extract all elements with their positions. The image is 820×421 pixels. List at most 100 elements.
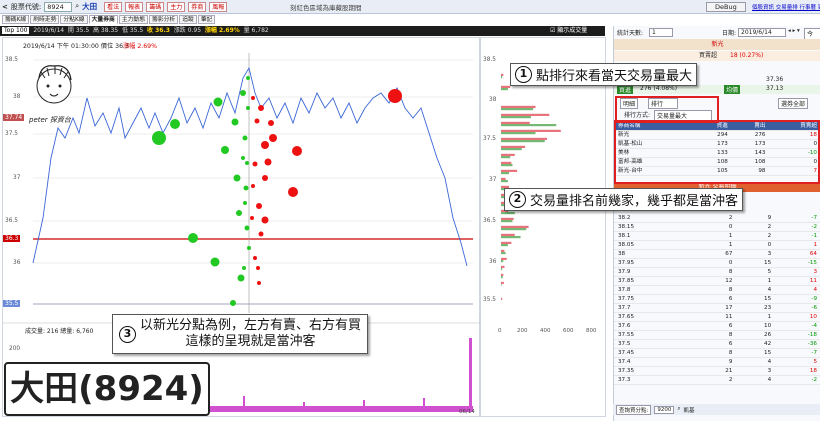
top-links[interactable]: 個股資訊 交易量排 行事曆 到價通知 bbox=[752, 3, 820, 11]
trade-cell: 26 bbox=[736, 330, 776, 340]
btn-broker[interactable]: 券商 bbox=[188, 1, 207, 12]
btn-risk[interactable]: 風報 bbox=[209, 1, 228, 12]
trade-cell: -7 bbox=[775, 348, 820, 358]
btn-chips[interactable]: 籌碼 bbox=[146, 1, 165, 12]
trade-cell: 37.95 bbox=[614, 258, 698, 268]
trade-cell: 8 bbox=[697, 267, 737, 277]
trade-cell: 1 bbox=[775, 240, 820, 250]
trade-row: 37.95 0 15 -15 bbox=[614, 258, 820, 268]
trade-cell: 5 bbox=[775, 357, 820, 367]
buy-volume-bar bbox=[501, 129, 561, 132]
tab-big-broker[interactable]: 大量券商 bbox=[88, 15, 118, 24]
back-button[interactable]: < bbox=[2, 3, 8, 11]
sell-volume-bar bbox=[501, 284, 502, 287]
trade-cell: 15 bbox=[736, 348, 776, 358]
trade-row: 37.55 8 26 -18 bbox=[614, 330, 820, 340]
trade-row: 38.05 1 0 1 bbox=[614, 240, 820, 250]
trade-cell: 1 bbox=[736, 312, 776, 322]
buy-volume-bar bbox=[501, 249, 505, 252]
callout-1: 1 點排行來看當天交易量最大 bbox=[510, 63, 698, 86]
trade-cell: 21 bbox=[697, 366, 737, 376]
trade-cell: -1 bbox=[775, 231, 820, 241]
quote-pct: 漲幅 2.69% bbox=[204, 27, 240, 34]
rank-y-tick-2: 37.5 bbox=[483, 136, 496, 142]
tab-main-force[interactable]: 主力動態 bbox=[118, 15, 149, 24]
search-icon[interactable]: ⌕ bbox=[75, 2, 79, 11]
trade-cell: 4 bbox=[736, 357, 776, 367]
trade-cell: 8 bbox=[697, 330, 737, 340]
logo-face-icon bbox=[36, 65, 72, 104]
tab-chip-analysis[interactable]: 籌影分析 bbox=[149, 15, 179, 24]
sell-volume-bar bbox=[501, 116, 531, 119]
tab-branch-kline[interactable]: 分點K線 bbox=[60, 15, 88, 24]
btn-view[interactable]: 看法 bbox=[104, 1, 123, 12]
stock-title-overlay: 大田(8924) bbox=[4, 362, 210, 416]
sell-volume-bar bbox=[501, 164, 513, 167]
trade-cell: 0 bbox=[697, 222, 737, 232]
trade-cell: 37.8 bbox=[614, 285, 698, 295]
rank-x-tick-4: 800 bbox=[586, 328, 597, 334]
buy-value: 276 (4.08%) bbox=[640, 85, 678, 92]
buy-volume-bar bbox=[501, 73, 504, 76]
trades-table-wrap: 38.2 2 9 -7 38.15 0 2 -2 38.1 1 2 -1 38.05 1 0 1 38 67 3 64… bbox=[614, 214, 820, 385]
buy-volume-bar bbox=[501, 153, 515, 156]
chart-header: 2019/6/14 下午 01:30:00 價位 36.3 bbox=[23, 43, 129, 50]
logo-text: peter 探資台 bbox=[29, 116, 71, 124]
logo-illustration: peter 探資台 bbox=[29, 58, 79, 128]
tab-tracking[interactable]: 追蹤 bbox=[179, 15, 197, 24]
callout-2-number: 2 bbox=[509, 191, 526, 208]
chart-header-pct: 漲幅 2.69% bbox=[123, 43, 157, 50]
trade-cell: 37.35 bbox=[614, 366, 698, 376]
trade-row: 38.2 2 9 -7 bbox=[614, 214, 820, 223]
trade-cell: 9 bbox=[697, 357, 737, 367]
sell-volume-bar bbox=[501, 244, 508, 247]
query-search-icon[interactable]: ⌕ bbox=[677, 406, 680, 413]
trade-cell: 37.6 bbox=[614, 321, 698, 331]
rank-y-tick-1: 38 bbox=[489, 97, 497, 103]
trade-cell: 4 bbox=[775, 285, 820, 295]
trade-row: 37.9 8 5 3 bbox=[614, 267, 820, 277]
trade-row: 37.7 17 23 -6 bbox=[614, 303, 820, 313]
quote-infobar: Top 100 2019/6/14 開 35.5 高 38.35 低 35.5 … bbox=[0, 26, 605, 36]
buy-volume-bar bbox=[501, 105, 536, 108]
current-price-marker: 37.74 bbox=[3, 114, 25, 121]
avg-label: 均價 bbox=[724, 85, 741, 94]
query-broker-button[interactable]: 查詢買分點: bbox=[616, 404, 652, 415]
trade-cell: 5 bbox=[736, 267, 776, 277]
trade-cell: 2 bbox=[697, 214, 737, 223]
date-input[interactable]: 2019/6/14 bbox=[738, 28, 786, 37]
trade-cell: 8 bbox=[697, 348, 737, 358]
quote-high: 高 38.35 bbox=[93, 27, 119, 34]
sell-volume-bar bbox=[501, 172, 510, 175]
query-broker-code[interactable]: 9200 bbox=[654, 405, 675, 414]
stat-days-select[interactable]: 1 bbox=[649, 28, 673, 37]
tab-intraday[interactable]: 刷時走勢 bbox=[30, 15, 60, 24]
trade-cell: 67 bbox=[697, 249, 737, 259]
show-volume-checkbox[interactable]: ☑ 顯示成交量 bbox=[550, 26, 587, 36]
tab-chip-kline[interactable]: 籌碼K線 bbox=[2, 15, 30, 24]
quote-change: 漲跌 0.95 bbox=[173, 27, 202, 34]
quote-low: 低 35.5 bbox=[121, 27, 144, 34]
debug-button[interactable]: DeBug bbox=[706, 2, 746, 12]
trade-cell: 37.7 bbox=[614, 303, 698, 313]
btn-main-force[interactable]: 主力 bbox=[167, 1, 186, 12]
select-all-button[interactable]: 選券全部 bbox=[778, 98, 809, 109]
callout-2: 2 交易量排名前幾家，幾乎都是當沖客 bbox=[504, 188, 744, 211]
trade-cell: 37.3 bbox=[614, 375, 698, 385]
date-nav-arrows[interactable]: ◂ ▸ ▾ bbox=[788, 28, 800, 34]
quote-close: 收 36.3 bbox=[147, 27, 170, 34]
period-select[interactable]: Top 100 bbox=[2, 27, 30, 34]
tab-notes[interactable]: 筆記 bbox=[197, 15, 216, 24]
trade-cell: 37.85 bbox=[614, 276, 698, 286]
stock-code-input[interactable]: 8924 bbox=[44, 1, 73, 12]
callout-3-line-2: 這樣的呈現就是當沖客 bbox=[185, 334, 316, 349]
trade-cell: 4 bbox=[736, 285, 776, 295]
rank-y-tick-6: 35.5 bbox=[483, 297, 496, 303]
stock-code-label: 股票代號: bbox=[10, 2, 42, 11]
trade-cell: 6 bbox=[697, 339, 737, 349]
trade-cell: 2 bbox=[736, 222, 776, 232]
trade-cell: 18 bbox=[775, 366, 820, 376]
btn-report[interactable]: 報表 bbox=[125, 1, 144, 12]
trade-row: 38.1 1 2 -1 bbox=[614, 231, 820, 241]
trade-cell: 2 bbox=[736, 231, 776, 241]
